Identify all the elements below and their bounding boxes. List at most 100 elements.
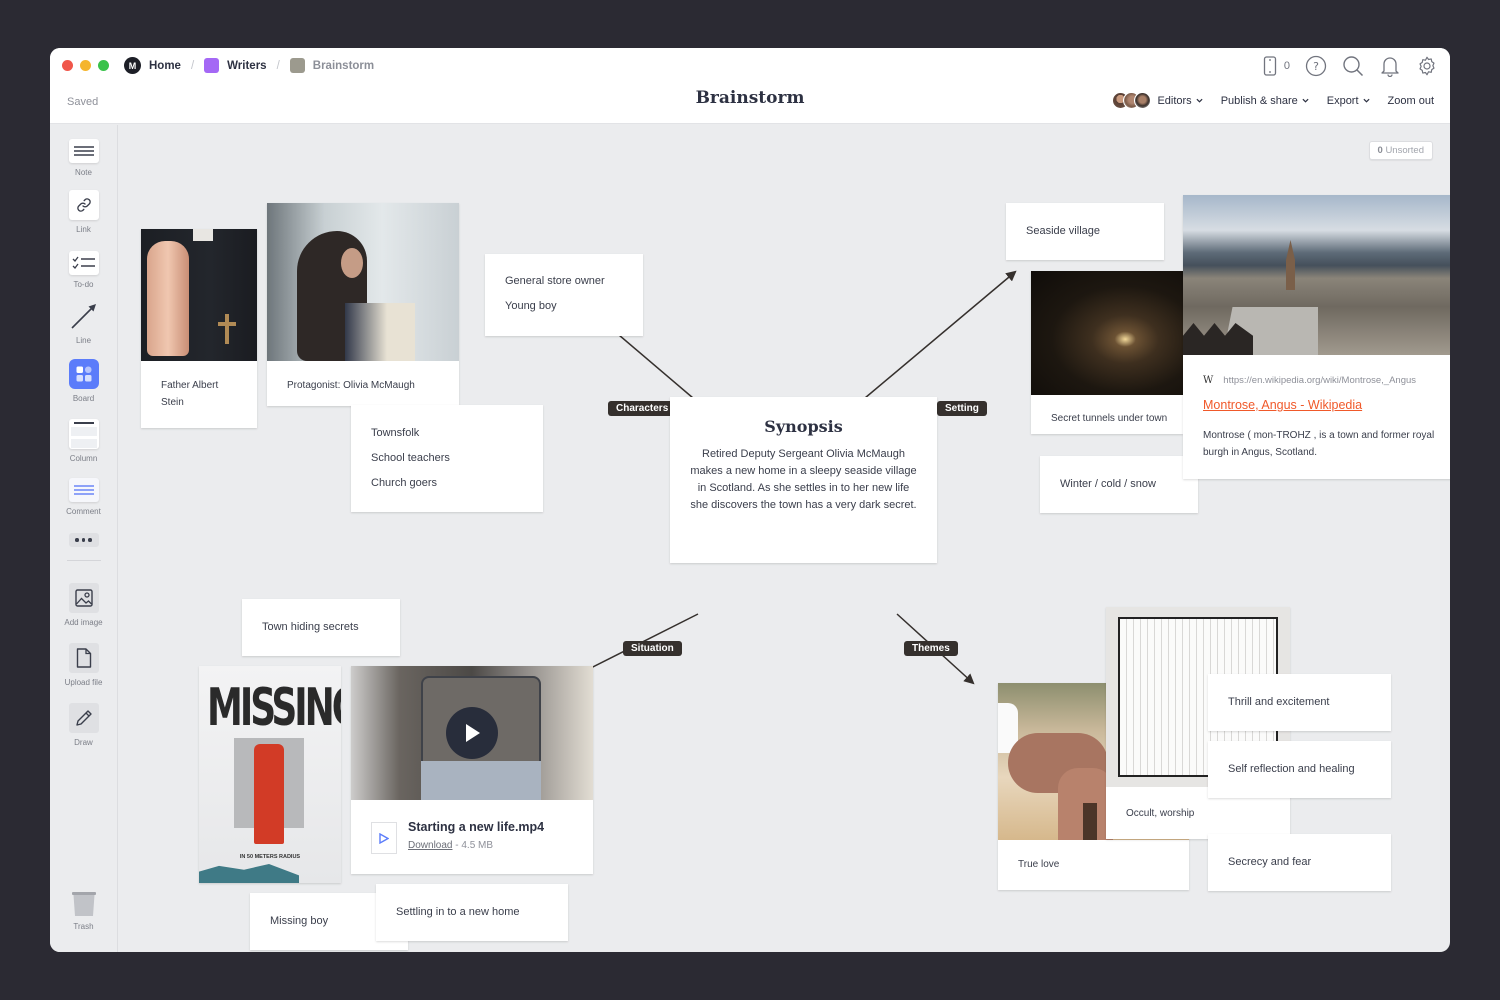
tool-label: Board	[72, 394, 95, 403]
protagonist-image	[267, 203, 459, 361]
connector-label-themes[interactable]: Themes	[904, 641, 958, 656]
breadcrumb-brainstorm-label: Brainstorm	[312, 59, 375, 72]
milanote-logo-icon: M	[124, 57, 141, 74]
connector-label-characters[interactable]: Characters	[608, 401, 677, 416]
note-line: Missing boy	[270, 915, 329, 927]
bell-icon[interactable]	[1379, 55, 1401, 77]
characters-note-2[interactable]: Townsfolk School teachers Church goers	[351, 405, 543, 512]
board-title[interactable]: Brainstorm	[696, 88, 805, 108]
seaside-village-note[interactable]: Seaside village	[1006, 203, 1164, 260]
tool-label: Upload file	[64, 678, 103, 687]
board-color-icon	[204, 58, 220, 73]
file-icon	[68, 643, 99, 673]
occult-caption: Occult, worship	[1126, 808, 1195, 819]
top-bar: M Home / Writers / Brainstorm Saved Brai…	[50, 48, 1450, 124]
chevron-down-icon	[1196, 98, 1203, 103]
tool-add-image[interactable]: Add image	[50, 583, 117, 627]
settling-note[interactable]: Settling in to a new home	[376, 884, 568, 941]
app-window: M Home / Writers / Brainstorm Saved Brai…	[50, 48, 1450, 952]
missing-poster-image[interactable]: MISSING IN 50 METERS RADIUS	[199, 666, 341, 883]
board-color-icon	[289, 58, 305, 73]
mobile-device-icon[interactable]	[1259, 55, 1281, 77]
note-line: Winter / cold / snow	[1060, 478, 1156, 490]
zoom-out-button[interactable]: Zoom out	[1388, 95, 1434, 107]
avatar	[1134, 92, 1152, 109]
close-window-button[interactable]	[62, 60, 73, 71]
link-title[interactable]: Montrose, Angus - Wikipedia	[1203, 398, 1362, 412]
characters-note-1[interactable]: General store owner Young boy	[485, 254, 643, 336]
link-description: Montrose ( mon-TROHZ , is a town and for…	[1203, 430, 1435, 458]
connector-label-situation[interactable]: Situation	[623, 641, 682, 656]
editors-menu[interactable]: Editors	[1112, 92, 1203, 109]
unsorted-button[interactable]: 0 Unsorted	[1368, 141, 1433, 160]
tool-label: Add image	[64, 618, 103, 627]
breadcrumb: M Home / Writers / Brainstorm	[124, 57, 374, 74]
video-file-icon	[371, 822, 397, 854]
tool-link[interactable]: Link	[50, 190, 117, 234]
connector-label-setting[interactable]: Setting	[937, 401, 987, 416]
help-icon[interactable]: ?	[1305, 55, 1327, 77]
file-size: 4.5 MB	[461, 840, 494, 851]
wikipedia-link-card[interactable]: W https://en.wikipedia.org/wiki/Montrose…	[1183, 195, 1450, 479]
breadcrumb-brainstorm[interactable]: Brainstorm	[289, 58, 375, 73]
maximize-window-button[interactable]	[98, 60, 109, 71]
tool-upload-file[interactable]: Upload file	[50, 643, 117, 687]
breadcrumb-home-label: Home	[149, 59, 181, 72]
tool-todo[interactable]: To-do	[50, 251, 117, 289]
trash-icon	[70, 891, 98, 917]
publish-share-menu[interactable]: Publish & share	[1221, 95, 1309, 107]
tool-more[interactable]	[50, 533, 117, 547]
search-icon[interactable]	[1342, 55, 1364, 77]
tool-trash[interactable]: Trash	[50, 891, 117, 931]
note-line: General store owner	[505, 275, 605, 287]
priest-image-card[interactable]: Father Albert Stein	[141, 229, 257, 428]
synopsis-body: Retired Deputy Sergeant Olivia McMaugh m…	[690, 448, 917, 511]
svg-text:?: ?	[1313, 60, 1319, 73]
note-line: Seaside village	[1026, 225, 1100, 237]
play-button[interactable]	[446, 707, 498, 759]
tool-note[interactable]: Note	[50, 139, 117, 177]
editor-avatars	[1112, 92, 1152, 109]
note-line: Secrecy and fear	[1228, 856, 1312, 868]
connector-setting[interactable]	[864, 270, 1017, 399]
top-icons: 0 ?	[1259, 55, 1438, 77]
tool-board[interactable]: Board	[50, 359, 117, 403]
note-line: Town hiding secrets	[262, 621, 359, 633]
breadcrumb-separator: /	[190, 59, 195, 72]
note-icon	[68, 139, 99, 163]
chevron-down-icon	[1302, 98, 1309, 103]
chevron-down-icon	[1362, 98, 1370, 103]
secrecy-note[interactable]: Secrecy and fear	[1208, 834, 1391, 891]
tool-draw[interactable]: Draw	[50, 703, 117, 747]
tool-line[interactable]: Line	[50, 301, 117, 345]
tool-comment[interactable]: Comment	[50, 478, 117, 516]
download-link[interactable]: Download	[408, 840, 452, 851]
board-canvas[interactable]: Characters Setting Situation Themes Syno…	[118, 125, 1450, 952]
breadcrumb-writers[interactable]: Writers	[204, 58, 267, 73]
board-icon	[68, 359, 99, 389]
synopsis-card[interactable]: Synopsis Retired Deputy Sergeant Olivia …	[670, 397, 937, 563]
breadcrumb-home[interactable]: M Home	[124, 57, 181, 74]
column-icon	[68, 419, 99, 449]
note-line: School teachers	[371, 452, 450, 464]
minimize-window-button[interactable]	[80, 60, 91, 71]
video-filename: Starting a new life.mp4	[408, 820, 545, 834]
export-menu[interactable]: Export	[1327, 95, 1370, 107]
editors-label: Editors	[1157, 94, 1192, 107]
video-card[interactable]: Starting a new life.mp4 Download - 4.5 M…	[351, 666, 593, 874]
winter-note[interactable]: Winter / cold / snow	[1040, 456, 1198, 513]
town-secrets-note[interactable]: Town hiding secrets	[242, 599, 400, 656]
protagonist-image-card[interactable]: Protagonist: Olivia McMaugh	[267, 203, 459, 406]
self-reflection-note[interactable]: Self reflection and healing	[1208, 741, 1391, 798]
tool-column[interactable]: Column	[50, 419, 117, 463]
gear-icon[interactable]	[1416, 55, 1438, 77]
todo-icon	[68, 251, 99, 275]
window-controls	[62, 60, 109, 71]
tool-label: Link	[76, 225, 91, 234]
tool-sidebar: Note Link To-do Line Board Column Commen…	[50, 125, 118, 952]
line-arrow-icon	[69, 301, 99, 331]
note-line: Self reflection and healing	[1228, 763, 1355, 775]
tunnels-image-card[interactable]: Secret tunnels under town	[1031, 271, 1183, 434]
thrill-note[interactable]: Thrill and excitement	[1208, 674, 1391, 731]
priest-caption: Father Albert Stein	[161, 380, 219, 408]
